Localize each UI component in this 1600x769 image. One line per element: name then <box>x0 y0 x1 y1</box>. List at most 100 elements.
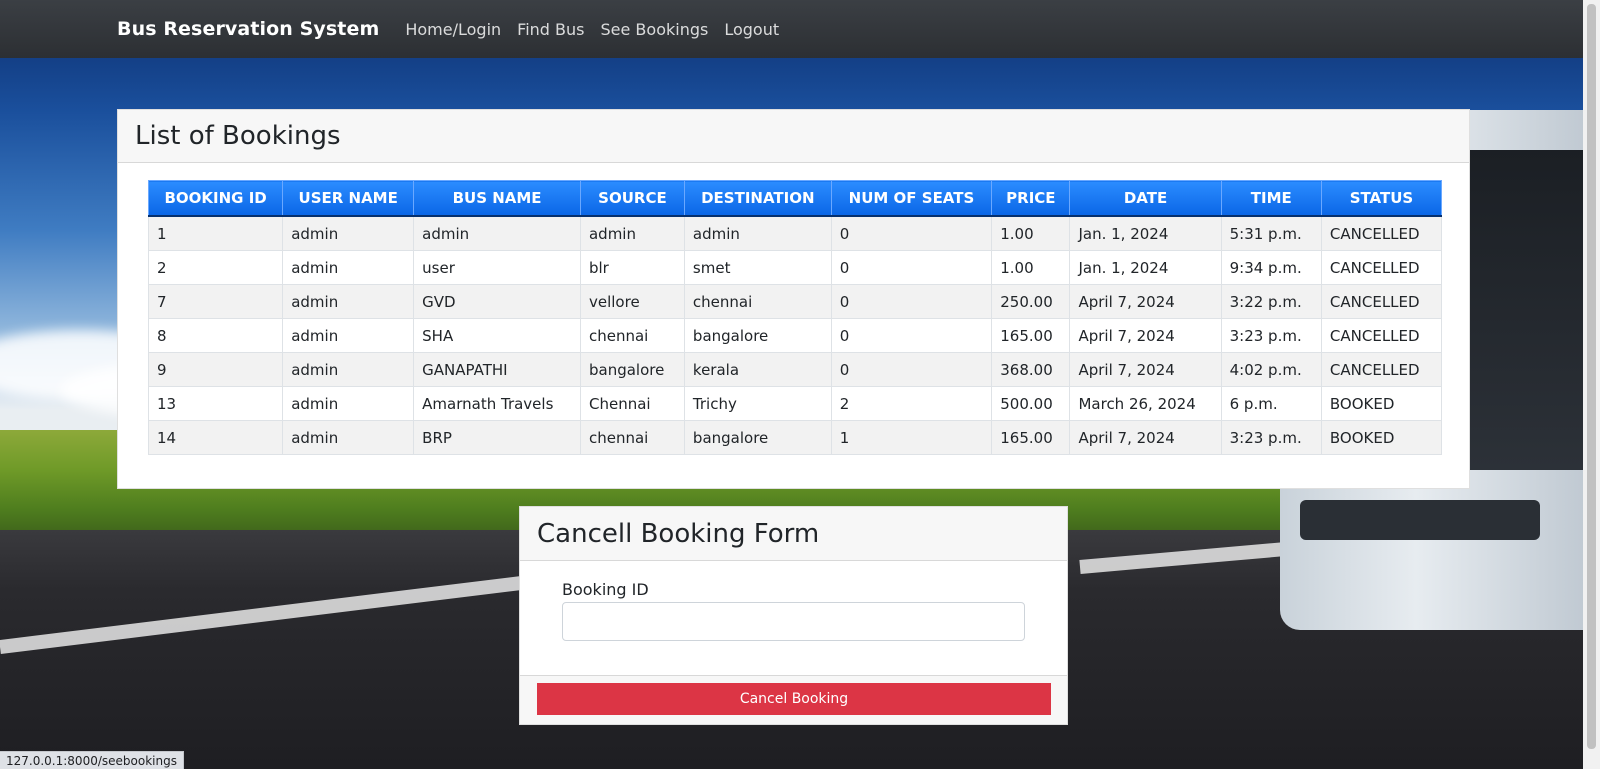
cell-source: Chennai <box>579 386 685 421</box>
cell-status: CANCELLED <box>1320 250 1443 285</box>
cell-price: 1.00 <box>991 250 1071 285</box>
cell-destination: admin <box>683 215 832 251</box>
table-row: 13 admin Amarnath Travels Chennai Trichy 2 500… <box>147 386 1443 421</box>
bookings-card-header: List of Bookings <box>118 110 1469 163</box>
column-header-status: STATUS <box>1320 180 1443 217</box>
cell-time: 3:23 p.m. <box>1220 420 1322 455</box>
bookings-table: BOOKING ID USER NAME BUS NAME SOURCE DES… <box>147 180 1443 455</box>
cell-booking-id: 7 <box>147 284 284 319</box>
cell-user-name: admin <box>282 352 415 387</box>
cell-bus-name: SHA <box>413 318 581 353</box>
cell-booking-id: 9 <box>147 352 284 387</box>
cancel-form-title: Cancell Booking Form <box>537 518 820 549</box>
cell-user-name: admin <box>282 420 415 455</box>
bookings-card: List of Bookings BOOKING ID USER NAME BU… <box>117 109 1470 489</box>
nav-link-home-login[interactable]: Home/Login <box>405 20 501 39</box>
cell-time: 4:02 p.m. <box>1220 352 1322 387</box>
table-row: 8 admin SHA chennai bangalore 0 165.00 April 7,… <box>147 318 1443 353</box>
cell-user-name: admin <box>282 250 415 285</box>
cell-source: admin <box>579 215 685 251</box>
cell-price: 165.00 <box>991 318 1071 353</box>
nav-link-logout[interactable]: Logout <box>724 20 779 39</box>
cell-bus-name: GANAPATHI <box>413 352 581 387</box>
cell-num-of-seats: 1 <box>830 420 993 455</box>
cell-bus-name: GVD <box>413 284 581 319</box>
cell-num-of-seats: 2 <box>830 386 993 421</box>
cancel-card-footer: Cancel Booking <box>520 675 1067 724</box>
cell-bus-name: admin <box>413 215 581 251</box>
status-bar-url: 127.0.0.1:8000/seebookings <box>0 751 184 769</box>
cell-destination: chennai <box>683 284 832 319</box>
cell-source: chennai <box>579 318 685 353</box>
cell-booking-id: 8 <box>147 318 284 353</box>
cell-source: chennai <box>579 420 685 455</box>
cell-date: April 7, 2024 <box>1069 318 1222 353</box>
table-header-row: BOOKING ID USER NAME BUS NAME SOURCE DES… <box>147 180 1443 217</box>
cell-date: Jan. 1, 2024 <box>1069 250 1222 285</box>
cell-user-name: admin <box>282 318 415 353</box>
cell-date: April 7, 2024 <box>1069 284 1222 319</box>
cell-booking-id: 13 <box>147 386 284 421</box>
column-header-bus-name: BUS NAME <box>413 180 581 217</box>
cell-status: CANCELLED <box>1320 352 1443 387</box>
page-title: List of Bookings <box>135 121 341 151</box>
cell-destination: bangalore <box>683 318 832 353</box>
column-header-source: SOURCE <box>579 180 685 217</box>
cell-destination: smet <box>683 250 832 285</box>
booking-id-label: Booking ID <box>562 580 649 599</box>
column-header-price: PRICE <box>991 180 1071 217</box>
cell-user-name: admin <box>282 215 415 251</box>
cell-time: 3:22 p.m. <box>1220 284 1322 319</box>
cell-status: BOOKED <box>1320 420 1443 455</box>
column-header-date: DATE <box>1069 180 1222 217</box>
cell-num-of-seats: 0 <box>830 250 993 285</box>
cancel-booking-button[interactable]: Cancel Booking <box>537 683 1051 715</box>
cell-status: CANCELLED <box>1320 284 1443 319</box>
cell-status: BOOKED <box>1320 386 1443 421</box>
cancel-card-header: Cancell Booking Form <box>520 507 1067 561</box>
cell-price: 1.00 <box>991 215 1071 251</box>
cell-date: April 7, 2024 <box>1069 352 1222 387</box>
cell-time: 9:34 p.m. <box>1220 250 1322 285</box>
navbar: Bus Reservation System Home/Login Find B… <box>0 0 1600 58</box>
cell-bus-name: user <box>413 250 581 285</box>
cell-status: CANCELLED <box>1320 215 1443 251</box>
table-row: 2 admin user blr smet 0 1.00 Jan. 1, 2024 9:34 p… <box>147 250 1443 285</box>
cell-price: 500.00 <box>991 386 1071 421</box>
cell-date: April 7, 2024 <box>1069 420 1222 455</box>
cell-num-of-seats: 0 <box>830 284 993 319</box>
cell-time: 6 p.m. <box>1220 386 1322 421</box>
cell-destination: Trichy <box>683 386 832 421</box>
cell-source: vellore <box>579 284 685 319</box>
column-header-booking-id: BOOKING ID <box>147 180 284 217</box>
cell-destination: bangalore <box>683 420 832 455</box>
nav-link-see-bookings[interactable]: See Bookings <box>601 20 709 39</box>
table-row: 9 admin GANAPATHI bangalore kerala 0 368.00 Apr… <box>147 352 1443 387</box>
booking-id-input[interactable] <box>562 602 1025 641</box>
cell-user-name: admin <box>282 386 415 421</box>
nav-link-find-bus[interactable]: Find Bus <box>517 20 584 39</box>
cell-destination: kerala <box>683 352 832 387</box>
cell-price: 368.00 <box>991 352 1071 387</box>
cell-time: 5:31 p.m. <box>1220 215 1322 251</box>
cell-num-of-seats: 0 <box>830 215 993 251</box>
cell-price: 250.00 <box>991 284 1071 319</box>
cell-num-of-seats: 0 <box>830 352 993 387</box>
cancel-booking-card: Cancell Booking Form Booking ID Cancel B… <box>519 506 1068 725</box>
cell-status: CANCELLED <box>1320 318 1443 353</box>
cell-date: March 26, 2024 <box>1069 386 1222 421</box>
cell-num-of-seats: 0 <box>830 318 993 353</box>
column-header-destination: DESTINATION <box>683 180 832 217</box>
cell-bus-name: BRP <box>413 420 581 455</box>
column-header-num-of-seats: NUM OF SEATS <box>830 180 993 217</box>
scrollbar-thumb[interactable] <box>1587 4 1596 749</box>
cell-booking-id: 2 <box>147 250 284 285</box>
table-row: 1 admin admin admin admin 0 1.00 Jan. 1, 2024 5:… <box>147 215 1443 251</box>
column-header-user-name: USER NAME <box>282 180 415 217</box>
table-row: 7 admin GVD vellore chennai 0 250.00 April 7, 2… <box>147 284 1443 319</box>
cell-date: Jan. 1, 2024 <box>1069 215 1222 251</box>
navbar-brand[interactable]: Bus Reservation System <box>117 18 379 40</box>
vertical-scrollbar[interactable] <box>1583 0 1600 769</box>
column-header-time: TIME <box>1220 180 1322 217</box>
cell-booking-id: 1 <box>147 215 284 251</box>
